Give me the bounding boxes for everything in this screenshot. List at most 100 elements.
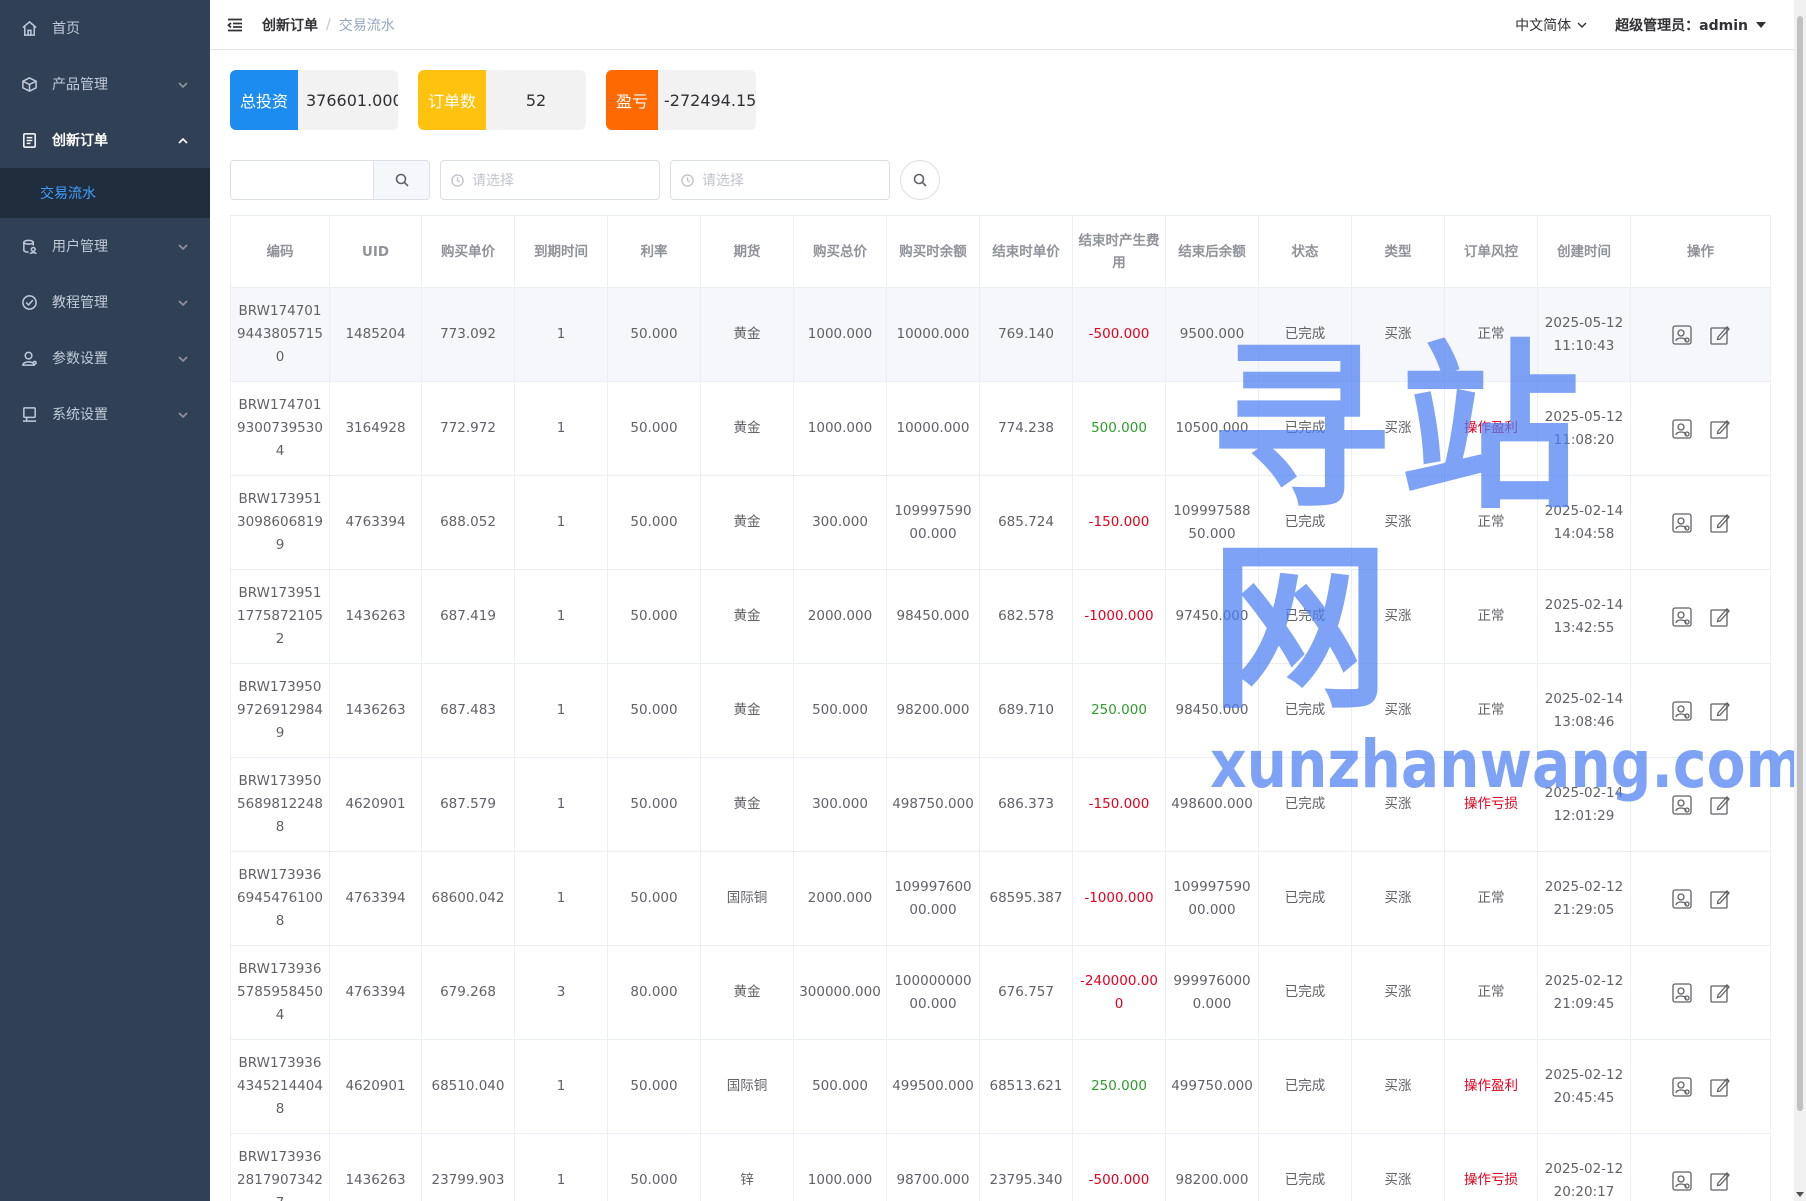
start-date-input[interactable] (472, 172, 652, 188)
vertical-scrollbar[interactable] (1794, 0, 1806, 1201)
user-settings-icon[interactable] (1671, 700, 1693, 722)
scroll-down-arrow-icon[interactable] (1796, 1192, 1804, 1197)
cell-risk: 正常 (1444, 851, 1538, 946)
cell-fee: 250.000 (1072, 663, 1166, 758)
col-header: 利率 (607, 215, 701, 288)
user-settings-icon[interactable] (1671, 1170, 1693, 1192)
chevron-down-icon (178, 296, 188, 307)
sidebar-item-label: 首页 (52, 21, 80, 37)
cell-expire: 1 (514, 287, 608, 382)
cell-buy-price: 687.579 (421, 757, 515, 852)
user-settings-icon[interactable] (1671, 418, 1693, 440)
table-header-row: 编码 UID 购买单价 到期时间 利率 期货 购买总价 购买时余额 结束时单价 … (230, 215, 1771, 288)
cell-future: 黄金 (700, 287, 794, 382)
user-settings-icon[interactable] (1671, 324, 1693, 346)
cell-created: 2025-02-14 14:04:58 (1537, 475, 1631, 570)
cell-rate: 50.000 (607, 757, 701, 852)
row-actions (1635, 606, 1766, 628)
table-row: BRW17393657859584504 4763394 679.268 3 80.00… (230, 945, 1771, 1040)
edit-icon[interactable] (1709, 418, 1731, 440)
cell-buy-price: 687.483 (421, 663, 515, 758)
cell-expire: 1 (514, 569, 608, 664)
cell-rate: 50.000 (607, 663, 701, 758)
keyword-search-button[interactable] (373, 161, 429, 199)
cell-balance-before: 10000.000 (886, 381, 980, 476)
sidebar-subitem-transactions[interactable]: 交易流水 (0, 168, 210, 218)
table-row: BRW17395097269129849 1436263 687.483 1 50.00… (230, 663, 1771, 758)
start-date-picker[interactable] (440, 160, 660, 200)
edit-icon[interactable] (1709, 324, 1731, 346)
user-settings-icon[interactable] (1671, 1076, 1693, 1098)
cell-created: 2025-05-12 11:10:43 (1537, 287, 1631, 382)
row-actions (1635, 794, 1766, 816)
cell-fee: -240000.000 (1072, 945, 1166, 1040)
sidebar-item-tutorials[interactable]: 教程管理 (0, 274, 210, 330)
col-header: 购买总价 (793, 215, 887, 288)
cell-uid: 4620901 (329, 1039, 422, 1134)
breadcrumb-item-orders[interactable]: 创新订单 (262, 15, 318, 35)
stat-value: -272494.150 (664, 90, 756, 110)
user-settings-icon[interactable] (1671, 794, 1693, 816)
edit-icon[interactable] (1709, 512, 1731, 534)
cell-balance-before: 10999760000.000 (886, 851, 980, 946)
tutorial-icon (20, 293, 38, 311)
cell-status: 已完成 (1258, 569, 1352, 664)
edit-icon[interactable] (1709, 888, 1731, 910)
cell-expire: 1 (514, 663, 608, 758)
cell-future: 国际铜 (700, 1039, 794, 1134)
cell-type: 买涨 (1351, 1039, 1445, 1134)
cell-risk: 操作亏损 (1444, 757, 1538, 852)
cell-fee: -150.000 (1072, 757, 1166, 852)
caret-down-icon (1756, 22, 1766, 28)
home-icon (20, 19, 38, 37)
cell-risk: 操作亏损 (1444, 1133, 1538, 1201)
cell-fee: -500.000 (1072, 1133, 1166, 1201)
sidebar-item-products[interactable]: 产品管理 (0, 56, 210, 112)
table-row: BRW17470194438057150 1485204 773.092 1 50.00… (230, 287, 1771, 382)
col-header: 类型 (1351, 215, 1445, 288)
cell-buy-price: 688.052 (421, 475, 515, 570)
edit-icon[interactable] (1709, 1170, 1731, 1192)
col-header: 结束时单价 (979, 215, 1073, 288)
keyword-input[interactable] (231, 161, 373, 199)
sidebar-item-params[interactable]: 参数设置 (0, 330, 210, 386)
edit-icon[interactable] (1709, 982, 1731, 1004)
user-dropdown[interactable]: 超级管理员：admin (1615, 15, 1766, 35)
sidebar-item-home[interactable]: 首页 (0, 0, 210, 56)
user-settings-icon[interactable] (1671, 982, 1693, 1004)
sidebar-item-users[interactable]: 用户管理 (0, 218, 210, 274)
cell-total: 1000.000 (793, 287, 887, 382)
cell-status: 已完成 (1258, 475, 1352, 570)
cell-balance-after: 498600.000 (1165, 757, 1259, 852)
header-right: 中文简体 超级管理员：admin (1515, 0, 1766, 50)
search-icon (395, 173, 409, 187)
col-header: 购买时余额 (886, 215, 980, 288)
edit-icon[interactable] (1709, 794, 1731, 816)
user-settings-icon[interactable] (1671, 512, 1693, 534)
cell-type: 买涨 (1351, 851, 1445, 946)
cell-total: 2000.000 (793, 851, 887, 946)
cell-future: 锌 (700, 1133, 794, 1201)
hamburger-button[interactable] (226, 15, 246, 35)
user-settings-icon[interactable] (1671, 606, 1693, 628)
cell-fee: -500.000 (1072, 287, 1166, 382)
table-row: BRW17395056898122488 4620901 687.579 1 50.00… (230, 757, 1771, 852)
sidebar-item-system[interactable]: 系统设置 (0, 386, 210, 442)
col-header: 创建时间 (1537, 215, 1631, 288)
scrollbar-thumb[interactable] (1797, 16, 1803, 1111)
search-button[interactable] (900, 160, 940, 200)
cell-balance-after: 10999758850.000 (1165, 475, 1259, 570)
transactions-table-wrapper: 编码 UID 购买单价 到期时间 利率 期货 购买总价 购买时余额 结束时单价 … (230, 215, 1771, 1201)
cell-rate: 50.000 (607, 287, 701, 382)
end-date-input[interactable] (702, 172, 882, 188)
cell-balance-before: 10999759000.000 (886, 475, 980, 570)
edit-icon[interactable] (1709, 606, 1731, 628)
edit-icon[interactable] (1709, 1076, 1731, 1098)
cell-total: 300.000 (793, 757, 887, 852)
sidebar-item-orders[interactable]: 创新订单 (0, 112, 210, 168)
end-date-picker[interactable] (670, 160, 890, 200)
edit-icon[interactable] (1709, 700, 1731, 722)
language-dropdown[interactable]: 中文简体 (1515, 15, 1587, 35)
row-actions (1635, 888, 1766, 910)
user-settings-icon[interactable] (1671, 888, 1693, 910)
